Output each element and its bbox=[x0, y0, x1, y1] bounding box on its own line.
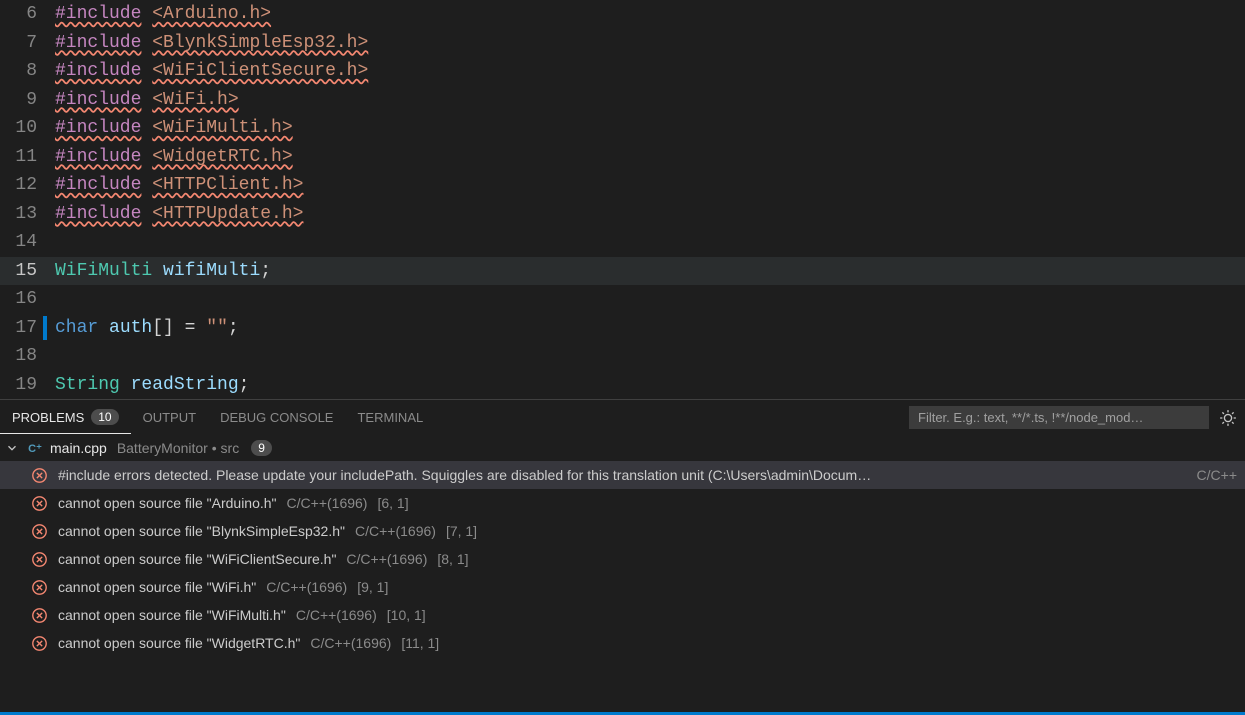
code-line[interactable]: 11#include <WidgetRTC.h> bbox=[0, 143, 1245, 172]
error-icon bbox=[30, 494, 48, 512]
code-line[interactable]: 19String readString; bbox=[0, 371, 1245, 400]
line-content[interactable]: #include <WidgetRTC.h> bbox=[55, 143, 293, 172]
problem-message: cannot open source file "Arduino.h" bbox=[58, 495, 277, 511]
error-icon bbox=[30, 550, 48, 568]
problem-message: cannot open source file "WiFi.h" bbox=[58, 579, 256, 595]
line-number: 18 bbox=[0, 342, 55, 371]
tab-debug-console[interactable]: DEBUG CONSOLE bbox=[208, 402, 345, 433]
problem-source: C/C++(1696) bbox=[310, 635, 391, 651]
problem-source: C/C++(1696) bbox=[346, 551, 427, 567]
code-line[interactable]: 17char auth[] = ""; bbox=[0, 314, 1245, 343]
line-content[interactable]: WiFiMulti wifiMulti; bbox=[55, 257, 271, 286]
panel-tabs: PROBLEMS 10 OUTPUT DEBUG CONSOLE TERMINA… bbox=[0, 400, 1245, 435]
problem-source: C/C++(1696) bbox=[296, 607, 377, 623]
problems-filter-input[interactable] bbox=[909, 406, 1209, 429]
tab-label: DEBUG CONSOLE bbox=[220, 410, 333, 425]
code-line[interactable]: 6#include <Arduino.h> bbox=[0, 0, 1245, 29]
code-line[interactable]: 14 bbox=[0, 228, 1245, 257]
line-content[interactable]: #include <WiFiClientSecure.h> bbox=[55, 57, 368, 86]
error-icon bbox=[30, 578, 48, 596]
line-number: 13 bbox=[0, 200, 55, 229]
error-icon bbox=[30, 466, 48, 484]
problems-count-badge: 10 bbox=[91, 409, 118, 425]
problems-list[interactable]: C⁺ main.cpp BatteryMonitor • src 9 #incl… bbox=[0, 435, 1245, 712]
line-number: 8 bbox=[0, 57, 55, 86]
problem-source: C/C++ bbox=[1197, 467, 1237, 483]
bottom-panel: PROBLEMS 10 OUTPUT DEBUG CONSOLE TERMINA… bbox=[0, 399, 1245, 712]
line-number: 6 bbox=[0, 0, 55, 29]
filter-settings-icon[interactable] bbox=[1219, 409, 1237, 427]
tab-label: OUTPUT bbox=[143, 410, 196, 425]
line-number: 14 bbox=[0, 228, 55, 257]
code-line[interactable]: 18 bbox=[0, 342, 1245, 371]
problem-location: [8, 1] bbox=[437, 551, 468, 567]
problem-item[interactable]: cannot open source file "WiFiClientSecur… bbox=[0, 545, 1245, 573]
line-number: 17 bbox=[0, 314, 55, 343]
code-line[interactable]: 9#include <WiFi.h> bbox=[0, 86, 1245, 115]
problem-location: [11, 1] bbox=[401, 635, 439, 651]
code-line[interactable]: 15WiFiMulti wifiMulti; bbox=[0, 257, 1245, 286]
line-number: 7 bbox=[0, 29, 55, 58]
problem-source: C/C++(1696) bbox=[355, 523, 436, 539]
problem-item[interactable]: cannot open source file "WiFi.h" C/C++(16… bbox=[0, 573, 1245, 601]
error-icon bbox=[30, 606, 48, 624]
problem-source: C/C++(1696) bbox=[287, 495, 368, 511]
line-number: 12 bbox=[0, 171, 55, 200]
file-path: BatteryMonitor • src bbox=[117, 440, 239, 456]
line-content[interactable]: char auth[] = ""; bbox=[55, 314, 239, 343]
problem-location: [6, 1] bbox=[377, 495, 408, 511]
problem-item[interactable]: cannot open source file "WidgetRTC.h" C/C… bbox=[0, 629, 1245, 657]
problem-location: [7, 1] bbox=[446, 523, 477, 539]
line-content[interactable]: #include <Arduino.h> bbox=[55, 0, 271, 29]
problem-location: [9, 1] bbox=[357, 579, 388, 595]
error-icon bbox=[30, 634, 48, 652]
line-number: 19 bbox=[0, 371, 55, 400]
problems-file-row[interactable]: C⁺ main.cpp BatteryMonitor • src 9 bbox=[0, 435, 1245, 461]
code-line[interactable]: 10#include <WiFiMulti.h> bbox=[0, 114, 1245, 143]
tab-label: PROBLEMS bbox=[12, 410, 84, 425]
line-number: 16 bbox=[0, 285, 55, 314]
problem-message: #include errors detected. Please update … bbox=[58, 467, 871, 483]
file-name: main.cpp bbox=[50, 440, 107, 456]
code-line[interactable]: 13#include <HTTPUpdate.h> bbox=[0, 200, 1245, 229]
line-content[interactable]: #include <BlynkSimpleEsp32.h> bbox=[55, 29, 368, 58]
tab-output[interactable]: OUTPUT bbox=[131, 402, 208, 433]
problem-item[interactable]: cannot open source file "BlynkSimpleEsp3… bbox=[0, 517, 1245, 545]
code-line[interactable]: 12#include <HTTPClient.h> bbox=[0, 171, 1245, 200]
error-icon bbox=[30, 522, 48, 540]
line-content[interactable]: #include <WiFi.h> bbox=[55, 86, 239, 115]
line-number: 9 bbox=[0, 86, 55, 115]
line-number: 11 bbox=[0, 143, 55, 172]
chevron-down-icon bbox=[4, 440, 20, 456]
problem-message: cannot open source file "WiFiMulti.h" bbox=[58, 607, 286, 623]
problem-location: [10, 1] bbox=[387, 607, 426, 623]
line-content[interactable]: #include <HTTPClient.h> bbox=[55, 171, 303, 200]
problem-item[interactable]: cannot open source file "Arduino.h" C/C++… bbox=[0, 489, 1245, 517]
code-line[interactable]: 7#include <BlynkSimpleEsp32.h> bbox=[0, 29, 1245, 58]
tab-terminal[interactable]: TERMINAL bbox=[345, 402, 435, 433]
code-line[interactable]: 16 bbox=[0, 285, 1245, 314]
file-problem-count: 9 bbox=[251, 440, 272, 456]
line-number: 10 bbox=[0, 114, 55, 143]
code-editor[interactable]: 6#include <Arduino.h>7#include <BlynkSim… bbox=[0, 0, 1245, 399]
tab-problems[interactable]: PROBLEMS 10 bbox=[0, 401, 131, 434]
problem-message: cannot open source file "WiFiClientSecur… bbox=[58, 551, 336, 567]
line-content[interactable]: String readString; bbox=[55, 371, 249, 400]
problem-source: C/C++(1696) bbox=[266, 579, 347, 595]
problem-item[interactable]: cannot open source file "WiFiMulti.h" C/C… bbox=[0, 601, 1245, 629]
tab-label: TERMINAL bbox=[357, 410, 423, 425]
problem-item[interactable]: #include errors detected. Please update … bbox=[0, 461, 1245, 489]
line-number: 15 bbox=[0, 257, 55, 286]
problem-message: cannot open source file "BlynkSimpleEsp3… bbox=[58, 523, 345, 539]
line-content[interactable]: #include <HTTPUpdate.h> bbox=[55, 200, 303, 229]
line-content[interactable]: #include <WiFiMulti.h> bbox=[55, 114, 293, 143]
code-line[interactable]: 8#include <WiFiClientSecure.h> bbox=[0, 57, 1245, 86]
problem-message: cannot open source file "WidgetRTC.h" bbox=[58, 635, 300, 651]
cpp-file-icon: C⁺ bbox=[26, 439, 44, 457]
